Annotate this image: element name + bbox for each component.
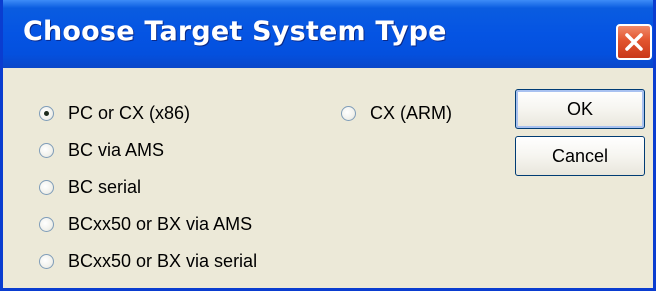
target-system-dialog: Choose Target System Type PC or CX (x86)… — [0, 0, 656, 291]
dialog-title: Choose Target System Type — [23, 16, 447, 47]
radio-label: BCxx50 or BX via AMS — [68, 213, 253, 234]
radio-button[interactable] — [39, 253, 54, 269]
radio-option-bcxx50-bx-via-ams[interactable]: BCxx50 or BX via AMS — [39, 211, 252, 237]
radio-label: BCxx50 or BX via serial — [68, 250, 258, 271]
title-bar[interactable]: Choose Target System Type — [3, 0, 653, 68]
close-icon — [625, 33, 643, 51]
ok-button[interactable]: OK — [515, 89, 645, 129]
radio-button[interactable] — [341, 105, 356, 121]
radio-label: BC via AMS — [68, 139, 165, 160]
radio-label: BC serial — [68, 176, 142, 197]
radio-label: PC or CX (x86) — [68, 102, 191, 123]
radio-button[interactable] — [39, 105, 54, 121]
radio-button[interactable] — [39, 142, 54, 158]
radio-label: CX (ARM) — [370, 102, 452, 123]
cancel-button[interactable]: Cancel — [515, 136, 645, 176]
radio-option-pc-cx-x86[interactable]: PC or CX (x86) — [39, 100, 190, 126]
radio-option-cx-arm[interactable]: CX (ARM) — [341, 100, 452, 126]
radio-option-bc-serial[interactable]: BC serial — [39, 174, 141, 200]
radio-button[interactable] — [39, 179, 54, 195]
close-button[interactable] — [616, 24, 652, 60]
radio-option-bc-via-ams[interactable]: BC via AMS — [39, 137, 164, 163]
radio-button[interactable] — [39, 216, 54, 232]
radio-option-bcxx50-bx-via-serial[interactable]: BCxx50 or BX via serial — [39, 248, 257, 274]
